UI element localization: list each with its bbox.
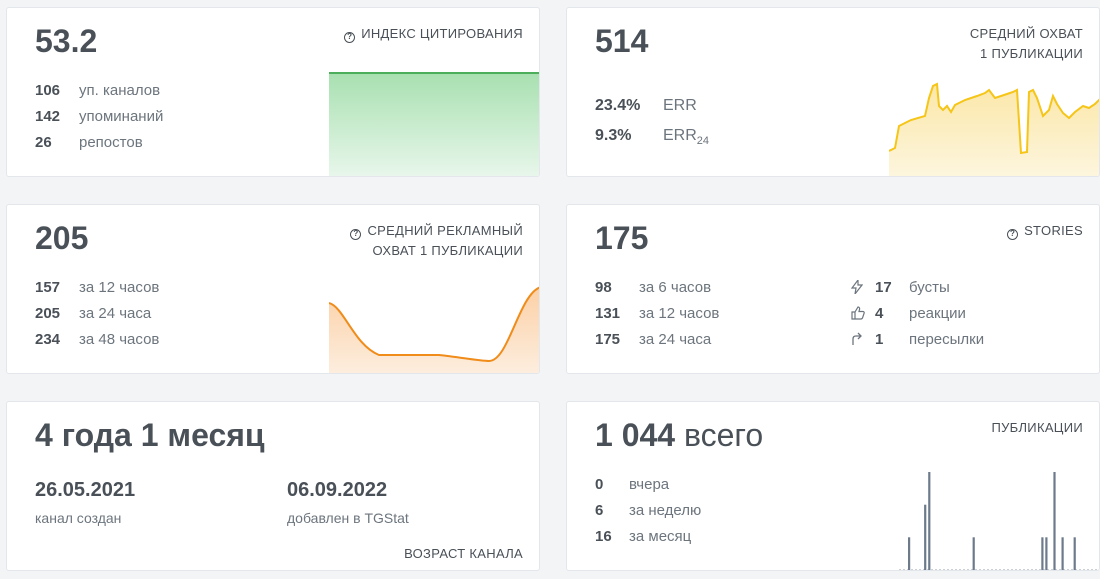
publication-bar <box>972 537 975 570</box>
ad-reach-value: 205 <box>35 220 89 256</box>
average-reach-value: 514 <box>595 23 649 59</box>
publication-bar <box>928 472 931 570</box>
reach-area-chart <box>889 82 1099 176</box>
publications-bar-chart <box>899 472 1099 570</box>
help-icon[interactable]: ? <box>350 229 362 240</box>
publication-bar <box>1061 537 1064 570</box>
stories-reactions-row: 4 реакции <box>851 304 966 324</box>
channel-age-title: ВОЗРАСТ КАНАЛА <box>404 546 523 561</box>
citation-index-card: 53.2 ? ИНДЕКС ЦИТИРОВАНИЯ 106 уп. каналов … <box>6 7 540 177</box>
created-label: канал создан <box>35 510 122 526</box>
thumbs-up-icon <box>851 304 875 324</box>
stat-row: 106 уп. каналов <box>35 82 161 99</box>
stories-value: 175 <box>595 220 649 256</box>
publication-bar <box>908 537 911 570</box>
help-icon[interactable]: ? <box>344 32 356 43</box>
publication-bar <box>1045 537 1048 570</box>
stat-row: 6 за неделю <box>595 502 702 519</box>
share-arrow-icon <box>851 330 875 350</box>
average-reach-title: СРЕДНИЙ ОХВАТ 1 ПУБЛИКАЦИИ <box>969 26 1083 61</box>
citation-area-fill <box>329 73 539 176</box>
publication-bar <box>924 504 927 570</box>
stat-row: 142 упоминаний <box>35 108 164 125</box>
err24-row: 9.3% ERR24 <box>595 127 710 148</box>
stat-row: 205 за 24 часа <box>35 305 152 322</box>
stat-row: 234 за 48 часов <box>35 331 160 348</box>
publication-bar <box>1073 537 1076 570</box>
publications-title: ПУБЛИКАЦИИ <box>991 420 1083 435</box>
stat-row: 16 за месяц <box>595 528 692 545</box>
created-date: 26.05.2021 <box>35 479 136 501</box>
err-row: 23.4% ERR <box>595 97 697 114</box>
publication-bar <box>1041 537 1044 570</box>
citation-index-value: 53.2 <box>35 23 98 59</box>
channel-age-value: 4 года 1 месяц <box>35 417 265 453</box>
added-date: 06.09.2022 <box>287 479 388 501</box>
stat-row: 175 за 24 часа <box>595 331 712 348</box>
help-icon[interactable]: ? <box>1007 229 1019 240</box>
stories-title[interactable]: ? STORIES <box>1007 221 1083 241</box>
publication-bar <box>1053 472 1056 570</box>
channel-age-card: 4 года 1 месяц 26.05.2021 канал создан 0… <box>6 401 540 571</box>
citation-area-chart <box>329 72 539 176</box>
stat-row: 131 за 12 часов <box>595 305 720 322</box>
citation-index-title[interactable]: ? ИНДЕКС ЦИТИРОВАНИЯ <box>344 24 523 44</box>
ad-reach-area-fill <box>329 288 539 373</box>
stat-row: 98 за 6 часов <box>595 279 712 296</box>
ad-reach-title[interactable]: ? СРЕДНИЙ РЕКЛАМНЫЙ ОХВАТ 1 ПУБЛИКАЦИИ <box>350 221 523 261</box>
lightning-icon <box>850 278 875 298</box>
publications-card: 1 044 всего ПУБЛИКАЦИИ 0 вчера 6 за неделю… <box>566 401 1100 571</box>
stories-boosts-row: 17 бусты <box>850 278 950 298</box>
average-reach-card: 514 СРЕДНИЙ ОХВАТ 1 ПУБЛИКАЦИИ 23.4% ERR … <box>566 7 1100 177</box>
publications-value: 1 044 всего <box>595 417 764 453</box>
stat-row: 26 репостов <box>35 134 143 151</box>
ad-reach-area-chart <box>329 286 539 373</box>
stories-forwards-row: 1 пересылки <box>851 330 984 350</box>
added-label: добавлен в TGStat <box>287 510 409 526</box>
stat-row: 0 вчера <box>595 476 670 493</box>
stat-row: 157 за 12 часов <box>35 279 160 296</box>
stories-card: 175 ? STORIES 98 за 6 часов 131 за 12 часов… <box>566 204 1100 374</box>
ad-reach-card: 205 ? СРЕДНИЙ РЕКЛАМНЫЙ ОХВАТ 1 ПУБЛИКАЦИ… <box>6 204 540 374</box>
